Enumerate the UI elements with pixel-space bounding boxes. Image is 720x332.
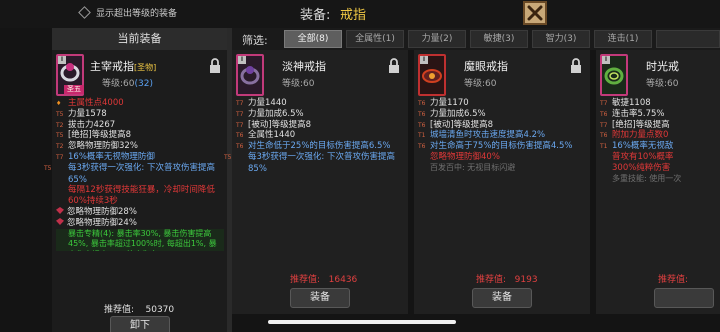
equipment-type-value: 戒指 [340, 8, 367, 23]
card-stats-list: T7 敏捷1108 T6 连击率5.75% T7 [绝招]等级提高 T6 附加力量点数0… [600, 98, 720, 184]
grade-badge: 圣五 [64, 85, 84, 94]
ring-icon [604, 67, 624, 85]
unequip-button[interactable]: 卸下 [110, 316, 170, 332]
stat-line: 忽略物理防御40% [430, 151, 500, 162]
gem-icon [56, 206, 64, 214]
card-stats-list: T7 力量1440 T7 力量加成6.5% T7 [被动]等级提高8 T6 全属性144… [224, 98, 406, 175]
tab-agility[interactable]: 敏捷(3) [470, 30, 528, 48]
stat-line: T5 每3秒获得一次强化: 下次普攻伤害提高65% [44, 162, 215, 185]
tab-more[interactable] [656, 30, 720, 48]
show-overlevel-toggle[interactable] [78, 6, 91, 19]
stat-line: 300%纯粹伤害 [612, 162, 671, 173]
stat-line: T1 城墙清鱼时攻击速度提高4.2% [418, 130, 546, 141]
stat-line: T5 力量1578 [56, 108, 107, 119]
card-score: 推荐值: 9193 [476, 275, 538, 285]
stat-line: T6 力量1170 [418, 98, 469, 108]
stat-line: T2 忽略物理防御32% [56, 141, 138, 152]
stat-line: 普攻有10%概率 [612, 151, 674, 162]
equip-button[interactable]: 装备 [290, 288, 350, 308]
gem-icon [56, 217, 64, 225]
stat-line: T1 16%概率无视敌 [600, 141, 674, 152]
card-item-level: 等级:60 [646, 79, 679, 89]
stat-line: T5 每3秒获得一次强化: 下次普攻伤害提高85% [224, 151, 395, 174]
equip-button[interactable]: 装备 [472, 288, 532, 308]
tab-all-attributes[interactable]: 全属性(1) [346, 30, 404, 48]
stat-line: ♦ 主属性点4000 [56, 98, 124, 108]
top-bar: 显示超出等级的装备 装备: 戒指 [0, 0, 720, 28]
show-overlevel-label: 显示超出等级的装备 [96, 9, 178, 19]
tab-strength[interactable]: 力量(2) [408, 30, 466, 48]
gem-slot: 忽略物理防御28% [56, 206, 226, 218]
stat-line: T7 敏捷1108 [600, 98, 651, 108]
card-stats-list: T6 力量1170 T6 力量加成6.5% T6 [被动]等级提高8 T1 城墙清鱼时攻… [418, 98, 588, 173]
stat-line: T7 16%概率无视物理防御 [56, 151, 155, 162]
card-ring-icon: Ⅱ [418, 54, 446, 96]
current-equipment-header: 当前装备 [52, 28, 227, 50]
stat-line: T2 拔击力4267 [56, 119, 116, 130]
card-ring-icon: Ⅱ [600, 54, 628, 96]
eye-ring-icon [422, 69, 442, 83]
equipment-card[interactable]: Ⅱ 淡神戒指 等级:60 T7 力量1440 T7 力量加成6.5% T7 [被动]等… [224, 50, 408, 314]
tab-combo[interactable]: 连击(1) [594, 30, 652, 48]
stat-line: T6 连击率5.75% [600, 108, 665, 119]
equipment-type-label: 装备: [300, 8, 331, 23]
skill-text: 暴击专精(4): 暴击率30%, 暴击伤害提高45%, 暴击率超过100%时, … [56, 228, 224, 251]
card-item-level: 等级:60 [282, 79, 315, 89]
equipment-card[interactable]: Ⅱ 时光戒 等级:60 T7 敏捷1108 T6 连击率5.75% T7 [绝招]等级… [596, 50, 720, 314]
stat-line: T7 力量加成6.5% [236, 108, 304, 119]
close-icon [527, 5, 543, 21]
tab-intelligence[interactable]: 智力(3) [532, 30, 590, 48]
card-ring-icon: Ⅱ [236, 54, 264, 96]
equipment-card[interactable]: Ⅱ 魔眼戒指 等级:60 T6 力量1170 T6 力量加成6.5% T6 [被动]等… [414, 50, 590, 314]
stat-line: T7 力量1440 [236, 98, 287, 108]
stat-line: T6 全属性1440 [236, 130, 296, 141]
lock-icon[interactable] [208, 58, 222, 74]
skill-text: 百发百中: 无视目标闪避 [430, 162, 516, 172]
current-ring-icon[interactable]: Ⅱ 圣五 [56, 54, 84, 96]
ring-icon [60, 63, 80, 82]
stat-line: T7 [绝招]等级提高 [600, 119, 670, 130]
card-score: 推荐值: [658, 275, 689, 285]
close-button[interactable] [523, 1, 547, 25]
ring-icon [240, 66, 260, 85]
current-stats-list: ♦ 主属性点4000 T5 力量1578 T2 拔击力4267 T5 [绝招]等级提高8… [44, 98, 226, 251]
current-equipment-panel: 当前装备 Ⅱ 圣五 主宰戒指[圣物] 等级:60(32) ♦ 主属性点4000 T… [44, 28, 228, 332]
current-score: 推荐值: 50370 [104, 305, 175, 315]
lock-icon[interactable] [387, 58, 401, 74]
stat-line: T6 对生命高于75%的目标伤害提高4.5% [418, 141, 573, 152]
home-indicator[interactable] [268, 320, 456, 324]
stat-line: 每隔12秒获得技能狂暴，冷却时间降低60%持续3秒 [68, 185, 215, 207]
card-item-name: 时光戒 [646, 60, 679, 73]
stat-line: T6 [被动]等级提高8 [418, 119, 494, 130]
stat-line: T7 [被动]等级提高8 [236, 119, 312, 130]
lock-icon[interactable] [569, 58, 583, 74]
stat-line: T6 附加力量点数0 [600, 130, 669, 141]
stat-line: T5 [绝招]等级提高8 [56, 130, 132, 141]
current-item-name: 主宰戒指[圣物] [90, 60, 157, 73]
tab-all[interactable]: 全部(8) [284, 30, 342, 48]
stat-line: T6 对生命低于25%的目标伤害提高6.5% [236, 141, 391, 152]
gem-slot: 忽略物理防御24% [56, 217, 226, 229]
skill-text: 多重技能: 使用一次 [612, 173, 682, 183]
card-score: 推荐值: 16436 [290, 275, 358, 285]
item-rarity-tag: [圣物] [134, 63, 157, 72]
filter-tabs: 筛选: 全部(8) 全属性(1) 力量(2) 敏捷(3) 智力(3) 连击(1) [232, 28, 720, 50]
card-item-name: 淡神戒指 [282, 60, 326, 73]
card-item-level: 等级:60 [464, 79, 497, 89]
filter-label: 筛选: [242, 34, 268, 47]
current-item-level: 等级:60(32) [102, 79, 153, 89]
equip-button[interactable] [654, 288, 714, 308]
stat-line: T6 力量加成6.5% [418, 108, 486, 119]
card-item-name: 魔眼戒指 [464, 60, 508, 73]
